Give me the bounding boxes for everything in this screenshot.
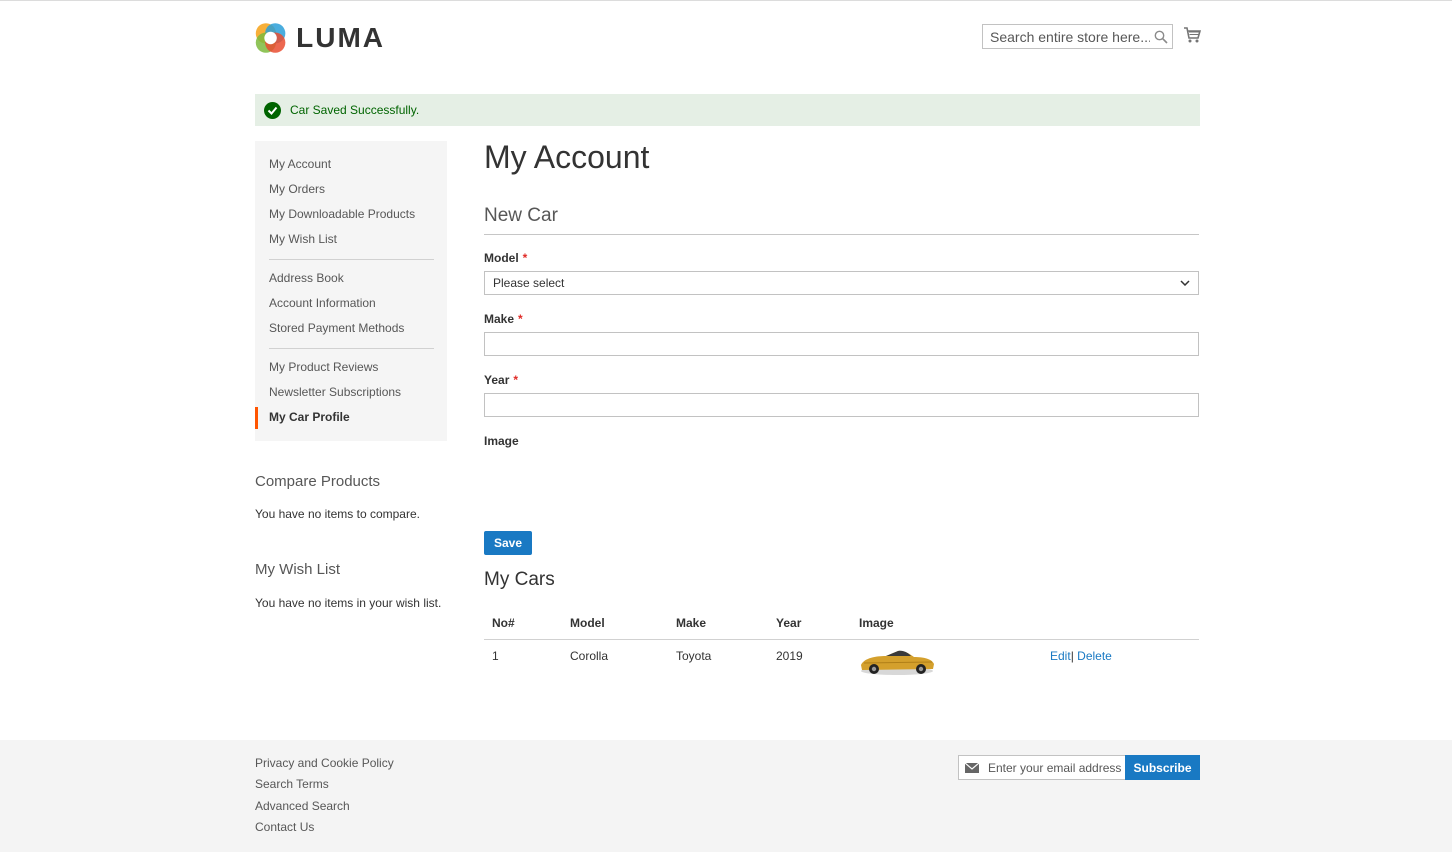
model-select[interactable]: Please select bbox=[484, 271, 1199, 295]
nav-item-downloadable-products[interactable]: My Downloadable Products bbox=[269, 207, 415, 221]
action-separator: | bbox=[1070, 649, 1074, 663]
logo-text: LUMA bbox=[296, 22, 385, 53]
search-input[interactable] bbox=[983, 27, 1152, 46]
required-marker: * bbox=[513, 373, 519, 387]
table-header-divider bbox=[484, 639, 1199, 640]
nav-item-newsletter-subscriptions[interactable]: Newsletter Subscriptions bbox=[269, 385, 401, 399]
make-label: Make * bbox=[484, 312, 523, 326]
car-thumbnail-image bbox=[861, 650, 934, 675]
success-message-text: Car Saved Successfully. bbox=[290, 103, 420, 117]
footer-link-contact-us[interactable]: Contact Us bbox=[255, 820, 314, 834]
table-header-no: No# bbox=[492, 616, 515, 630]
page-title: My Account bbox=[484, 139, 650, 175]
wish-list-empty-text: You have no items in your wish list. bbox=[255, 596, 442, 610]
edit-link[interactable]: Edit bbox=[1050, 649, 1071, 663]
subscribe-button[interactable]: Subscribe bbox=[1125, 755, 1200, 780]
nav-item-product-reviews[interactable]: My Product Reviews bbox=[269, 360, 378, 374]
cell-no: 1 bbox=[492, 649, 499, 663]
table-header-make: Make bbox=[676, 616, 707, 630]
nav-item-my-wish-list[interactable]: My Wish List bbox=[269, 232, 337, 246]
account-nav: My Account My Orders My Downloadable Pro… bbox=[255, 141, 447, 441]
make-input[interactable] bbox=[484, 332, 1199, 356]
table-header-model: Model bbox=[570, 616, 605, 630]
footer bbox=[0, 740, 1452, 852]
table-header-image: Image bbox=[859, 616, 894, 630]
luma-logo-icon bbox=[255, 23, 286, 53]
nav-item-my-car-profile: My Car Profile bbox=[269, 410, 350, 424]
check-circle-icon bbox=[264, 101, 281, 119]
required-marker: * bbox=[522, 251, 528, 265]
site-logo[interactable]: LUMA bbox=[255, 17, 385, 59]
footer-link-privacy[interactable]: Privacy and Cookie Policy bbox=[255, 756, 394, 770]
cart-icon[interactable] bbox=[1183, 26, 1201, 44]
wish-list-title: My Wish List bbox=[255, 561, 341, 578]
delete-link[interactable]: Delete bbox=[1077, 649, 1112, 663]
required-marker: * bbox=[518, 312, 523, 326]
section-divider bbox=[484, 234, 1199, 235]
nav-item-my-orders[interactable]: My Orders bbox=[269, 182, 325, 196]
newsletter-email-input[interactable] bbox=[988, 760, 1123, 775]
compare-products-empty-text: You have no items to compare. bbox=[255, 507, 420, 521]
table-header-year: Year bbox=[776, 616, 802, 630]
year-label: Year * bbox=[484, 373, 519, 387]
new-car-title: New Car bbox=[484, 205, 558, 226]
newsletter-field[interactable] bbox=[958, 755, 1126, 780]
nav-item-my-account[interactable]: My Account bbox=[269, 157, 331, 171]
search-box[interactable] bbox=[982, 24, 1173, 49]
search-icon[interactable] bbox=[1154, 30, 1168, 44]
nav-divider bbox=[269, 348, 434, 349]
row-actions: Edit| Delete bbox=[1050, 649, 1112, 663]
nav-item-stored-payment-methods[interactable]: Stored Payment Methods bbox=[269, 321, 404, 335]
success-message: Car Saved Successfully. bbox=[255, 94, 1200, 126]
save-button[interactable]: Save bbox=[484, 531, 532, 555]
footer-link-advanced-search[interactable]: Advanced Search bbox=[255, 799, 350, 813]
footer-link-search-terms[interactable]: Search Terms bbox=[255, 777, 329, 791]
model-select-value: Please select bbox=[493, 276, 565, 290]
nav-item-account-information[interactable]: Account Information bbox=[269, 296, 376, 310]
year-input[interactable] bbox=[484, 393, 1199, 417]
nav-item-address-book[interactable]: Address Book bbox=[269, 271, 344, 285]
chevron-down-icon bbox=[1180, 280, 1190, 286]
cell-year: 2019 bbox=[776, 649, 803, 663]
model-label: Model * bbox=[484, 251, 528, 265]
my-cars-title: My Cars bbox=[484, 569, 555, 590]
compare-products-title: Compare Products bbox=[255, 473, 381, 490]
nav-active-indicator bbox=[255, 407, 258, 429]
cell-make: Toyota bbox=[676, 649, 712, 663]
nav-divider bbox=[269, 259, 434, 260]
cell-model: Corolla bbox=[570, 649, 609, 663]
envelope-icon bbox=[965, 762, 979, 773]
image-label: Image bbox=[484, 434, 519, 448]
